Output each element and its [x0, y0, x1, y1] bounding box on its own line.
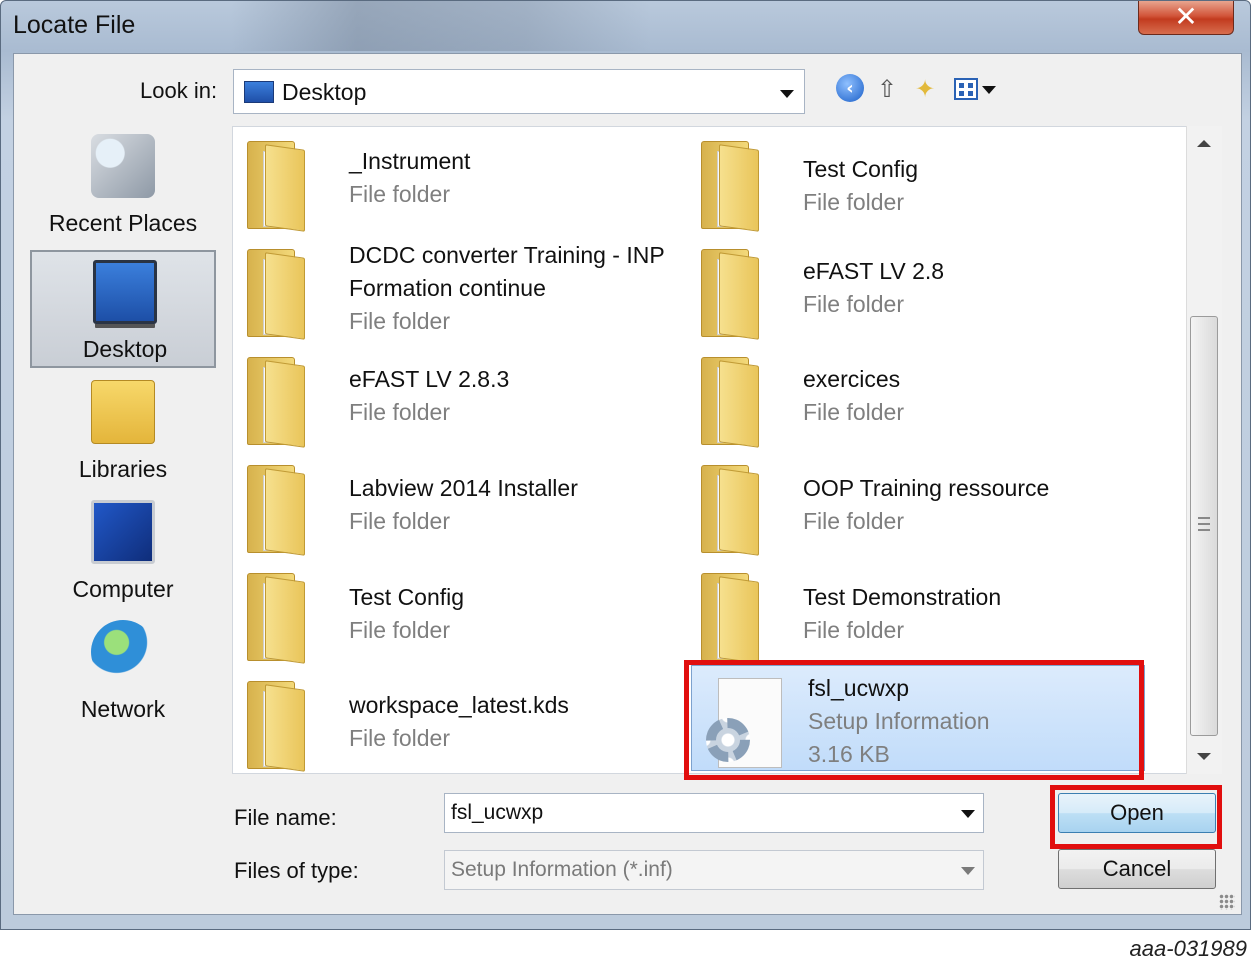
- file-name-label: File name:: [234, 805, 337, 830]
- folder-icon: [247, 677, 321, 772]
- file-name-value: fsl_ucwxp: [451, 801, 544, 824]
- place-network[interactable]: Network: [30, 612, 216, 730]
- recent-places-icon: [91, 134, 155, 198]
- list-item[interactable]: _Instrument File folder: [233, 131, 673, 239]
- window-title: Locate File: [13, 11, 136, 39]
- list-item[interactable]: eFAST LV 2.8.3 File folder: [233, 347, 673, 455]
- place-label: Network: [80, 696, 166, 722]
- list-item[interactable]: OOP Training ressource File folder: [687, 455, 1127, 563]
- views-menu-icon: [954, 78, 978, 100]
- item-name: DCDC converter Training - INP Formation …: [349, 242, 665, 301]
- desktop-icon: [93, 260, 157, 324]
- item-name: OOP Training ressource: [803, 475, 1050, 501]
- list-item[interactable]: eFAST LV 2.8 File folder: [687, 239, 1127, 347]
- files-of-type-value: Setup Information (*.inf): [451, 858, 673, 881]
- item-type: File folder: [803, 508, 904, 534]
- item-name: Test Demonstration: [803, 584, 1002, 610]
- places-bar: Recent Places Desktop Libraries Computer…: [18, 126, 230, 776]
- folder-icon: [247, 569, 321, 664]
- place-label: Recent Places: [48, 210, 198, 236]
- scroll-up-arrow-icon[interactable]: [1197, 140, 1211, 147]
- vertical-scrollbar[interactable]: [1186, 126, 1222, 774]
- back-arrow-icon[interactable]: ‹: [836, 74, 864, 102]
- place-computer[interactable]: Computer: [30, 492, 216, 610]
- title-bar[interactable]: Locate File ✕: [1, 1, 1250, 53]
- place-libraries[interactable]: Libraries: [30, 372, 216, 490]
- chevron-down-icon[interactable]: [961, 867, 975, 875]
- resize-grip-icon[interactable]: [1219, 894, 1235, 910]
- list-item[interactable]: workspace_latest.kds File folder: [233, 671, 673, 773]
- item-name: workspace_latest.kds: [349, 692, 569, 718]
- list-item[interactable]: exercices File folder: [687, 347, 1127, 455]
- item-type: File folder: [349, 181, 450, 207]
- folder-icon: [247, 461, 321, 556]
- new-folder-icon[interactable]: ✦: [910, 74, 940, 104]
- place-label: Computer: [72, 576, 174, 602]
- close-button[interactable]: ✕: [1138, 1, 1234, 35]
- chevron-down-icon[interactable]: [961, 810, 975, 818]
- item-name: Test Config: [803, 156, 919, 182]
- item-type: File folder: [349, 399, 450, 425]
- open-button[interactable]: Open: [1058, 793, 1216, 833]
- item-name: Test Config: [349, 584, 465, 610]
- look-in-label: Look in:: [140, 78, 218, 103]
- list-item[interactable]: Test Config File folder: [233, 563, 673, 671]
- files-of-type-label: Files of type:: [234, 858, 359, 883]
- item-name: eFAST LV 2.8.3: [349, 366, 510, 392]
- item-type: File folder: [349, 508, 450, 534]
- item-type: File folder: [803, 189, 904, 215]
- place-label: Desktop: [82, 336, 168, 362]
- item-type: File folder: [803, 617, 904, 643]
- item-name: Labview 2014 Installer: [349, 475, 578, 501]
- folder-icon: [701, 245, 775, 340]
- folder-icon: [701, 461, 775, 556]
- list-item[interactable]: Test Config File folder: [687, 131, 1127, 239]
- folder-icon: [247, 353, 321, 448]
- folder-icon: [247, 137, 321, 232]
- views-menu-button[interactable]: [954, 74, 1002, 104]
- folder-icon: [701, 353, 775, 448]
- item-type: File folder: [349, 308, 450, 334]
- screenshot-root: Locate File ✕ Look in: Desktop ‹ ⇧ ✦ Rec…: [0, 0, 1251, 971]
- list-item[interactable]: Test Demonstration File folder: [687, 563, 1127, 671]
- figure-caption: aaa-031989: [1129, 936, 1247, 961]
- place-desktop[interactable]: Desktop: [30, 250, 216, 368]
- item-name: _Instrument: [349, 148, 471, 174]
- cancel-button[interactable]: Cancel: [1058, 849, 1216, 889]
- background-window-blur: [231, 1, 651, 51]
- item-name: eFAST LV 2.8: [803, 258, 945, 284]
- place-label: Libraries: [78, 456, 168, 482]
- item-type: File folder: [349, 617, 450, 643]
- item-type: File folder: [803, 291, 904, 317]
- network-icon: [91, 620, 155, 684]
- chevron-down-icon: [982, 86, 996, 94]
- scroll-down-arrow-icon[interactable]: [1197, 753, 1211, 760]
- locate-file-dialog: Locate File ✕ Look in: Desktop ‹ ⇧ ✦ Rec…: [0, 0, 1251, 930]
- item-type: File folder: [349, 725, 450, 751]
- grip-icon: [1198, 517, 1210, 531]
- list-item[interactable]: DCDC converter Training - INP Formation …: [233, 239, 673, 347]
- folder-icon: [701, 137, 775, 232]
- place-recent-places[interactable]: Recent Places: [30, 126, 216, 244]
- chevron-down-icon[interactable]: [780, 90, 794, 98]
- look-in-value: Desktop: [282, 79, 367, 105]
- dialog-client-area: Look in: Desktop ‹ ⇧ ✦ Recent Places Des…: [13, 53, 1242, 915]
- libraries-icon: [91, 380, 155, 444]
- scrollbar-thumb[interactable]: [1190, 316, 1218, 736]
- files-of-type-combobox[interactable]: Setup Information (*.inf): [444, 850, 984, 890]
- desktop-small-icon: [244, 81, 274, 103]
- file-name-combobox[interactable]: fsl_ucwxp: [444, 793, 984, 833]
- look-in-combobox[interactable]: Desktop: [233, 69, 805, 114]
- item-type: File folder: [803, 399, 904, 425]
- computer-icon: [91, 500, 155, 564]
- item-name: exercices: [803, 366, 901, 392]
- up-folder-icon[interactable]: ⇧: [872, 74, 902, 104]
- selected-file-highlight: [684, 660, 1144, 780]
- folder-icon: [247, 245, 321, 340]
- folder-icon: [701, 569, 775, 664]
- list-item[interactable]: Labview 2014 Installer File folder: [233, 455, 673, 563]
